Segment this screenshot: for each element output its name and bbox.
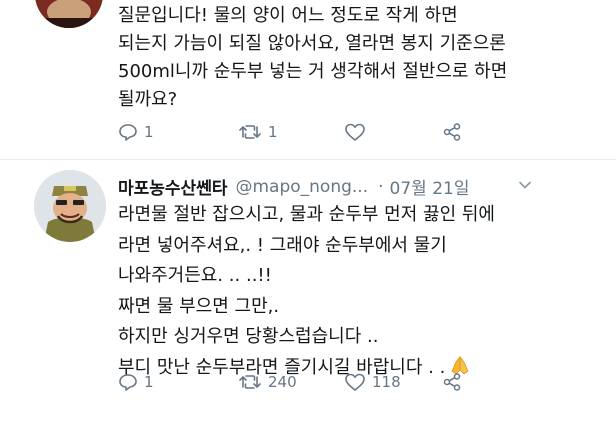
tweet-line: 500ml니까 순두부 넣는 거 생각해서 절반으로 하면 [118,61,508,82]
separator-dot: · [378,176,384,197]
tweet-line: 질문입니다! 물의 양이 어느 정도로 작게 하면 [118,5,458,26]
avatar-image [35,0,103,28]
share-icon [443,373,461,391]
avatar-image [34,170,106,242]
tweet-line: 될까요? [118,89,178,110]
retweet-button[interactable]: 1 [238,122,344,142]
like-button[interactable]: 118 [344,372,442,392]
tweet-2[interactable]: 마포농수산쎈타 @mapo_nong... · 07월 21일 라면물 절반 잡… [0,160,616,440]
tweet-date[interactable]: 07월 21일 [390,174,470,199]
tweet-line: 나와주거든요. .. ..!! [118,265,272,286]
tweet-line: 라면 넣어주셔요,. ! 그래야 순두부에서 물기 [118,234,447,256]
share-icon [443,123,461,141]
share-button[interactable] [442,372,462,392]
display-name[interactable]: 마포농수산쎈타 [118,174,227,199]
tweet-header: 마포농수산쎈타 @mapo_nong... · 07월 21일 [118,174,470,200]
retweet-count: 240 [268,373,297,391]
share-button[interactable] [442,122,462,142]
like-button[interactable] [344,122,442,142]
tweet-actions: 1 1 [118,122,462,142]
tweet-line: 하지만 싱거우면 당황스럽습니다 .. [118,326,379,347]
heart-icon [345,373,365,391]
retweet-icon [239,125,261,139]
avatar[interactable] [34,170,106,242]
reply-button[interactable]: 1 [118,372,238,392]
tweet-actions: 1 240 118 [118,372,462,392]
tweet-line: 라면물 절반 잡으시고, 물과 순두부 먼저 끓인 뒤에 [118,204,495,225]
like-count: 118 [372,373,401,391]
reply-count: 1 [144,373,154,391]
retweet-count: 1 [268,123,278,141]
reply-icon [119,124,137,141]
tweet-1[interactable]: 질문입니다! 물의 양이 어느 정도로 작게 하면 되는지 가늠이 되질 않아서… [0,0,616,160]
tweet-line: 짜면 물 부으면 그만,. [118,295,280,317]
avatar[interactable] [35,0,103,28]
retweet-icon [239,375,261,389]
tweet-text: 질문입니다! 물의 양이 어느 정도로 작게 하면 되는지 가늠이 되질 않아서… [118,2,507,114]
tweet-line: 되는지 가늠이 되질 않아서요, 열라면 봉지 기준으론 [118,33,506,54]
retweet-button[interactable]: 240 [238,372,344,392]
heart-icon [345,123,365,141]
reply-icon [119,374,137,391]
reply-count: 1 [144,123,154,141]
chevron-down-icon[interactable] [518,178,532,192]
reply-button[interactable]: 1 [118,122,238,142]
tweet-text: 라면물 절반 잡으시고, 물과 순두부 먼저 끓인 뒤에 라면 넣어주셔요,. … [118,200,495,386]
user-handle[interactable]: @mapo_nong... [235,177,368,197]
